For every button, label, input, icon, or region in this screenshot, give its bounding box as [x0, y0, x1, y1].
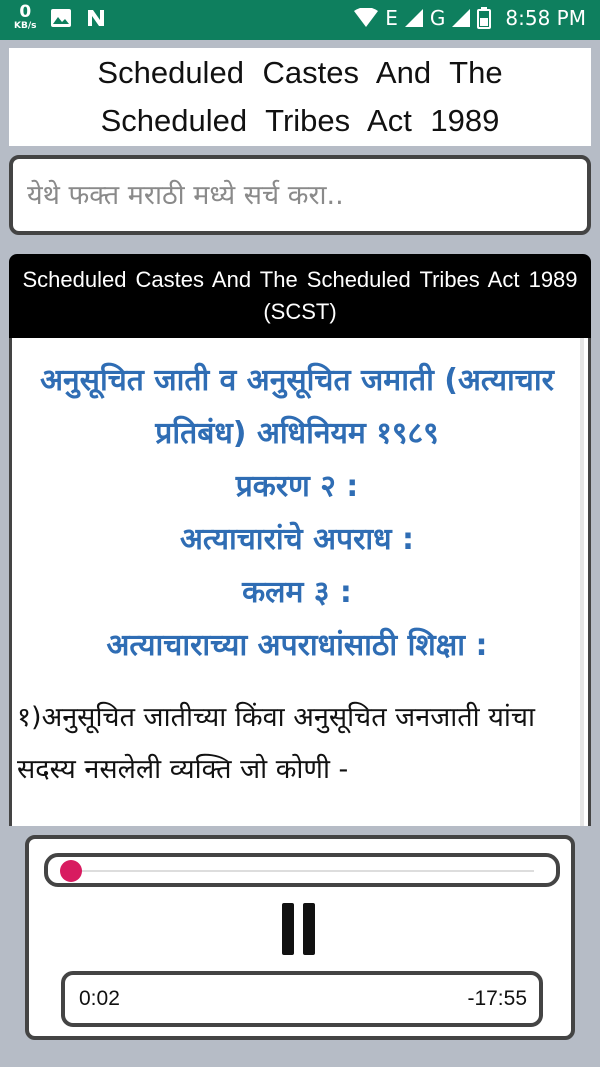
act-title-heading: अनुसूचित जाती व अनुसूचित जमाती (अत्याचार…: [40, 363, 554, 451]
section-heading: कलम ३ :: [242, 575, 352, 610]
time-display: 0:02 -17:55: [61, 971, 543, 1027]
remaining-time: -17:55: [467, 987, 527, 1010]
punishment-heading: अत्याचाराच्या अपराधांसाठी शिक्षा :: [106, 628, 488, 663]
status-bar-left: 0 KB/s: [14, 4, 106, 31]
app-title: Scheduled Castes And The Scheduled Tribe…: [97, 55, 503, 138]
pause-button[interactable]: [282, 903, 322, 955]
network-type-e: E: [385, 6, 398, 30]
status-bar-right: E G 8:58 PM: [353, 6, 586, 30]
status-bar: 0 KB/s E G 8:58 PM: [0, 0, 600, 40]
chapter-heading: प्रकरण २ :: [235, 469, 359, 504]
image-icon: [51, 8, 72, 27]
network-speed-unit: KB/s: [14, 21, 37, 31]
signal-icon: [404, 9, 423, 27]
seek-bar-track: [70, 870, 534, 872]
audio-player: 0:02 -17:55: [25, 835, 575, 1040]
pause-icon-left-bar: [282, 903, 294, 955]
status-time: 8:58 PM: [505, 6, 586, 30]
search-input[interactable]: [13, 159, 587, 231]
search-box[interactable]: [9, 155, 591, 235]
document-header: Scheduled Castes And The Scheduled Tribe…: [9, 254, 591, 338]
document-headings: अनुसूचित जाती व अनुसूचित जमाती (अत्याचार…: [12, 338, 588, 672]
offences-heading: अत्याचारांचे अपराध :: [179, 522, 415, 557]
seek-bar-thumb[interactable]: [59, 860, 82, 882]
battery-icon: [477, 7, 492, 29]
signal-icon-2: [452, 9, 471, 27]
network-speed-value: 0: [19, 2, 32, 22]
document-body[interactable]: अनुसूचित जाती व अनुसूचित जमाती (अत्याचार…: [9, 338, 591, 826]
network-type-g: G: [429, 6, 446, 30]
document-paragraph: १)अनुसूचित जातीच्या किंवा अनुसूचित जनजात…: [17, 702, 535, 785]
document-scrollbar[interactable]: [580, 338, 584, 826]
pause-icon-right-bar: [303, 903, 315, 955]
title-card: Scheduled Castes And The Scheduled Tribe…: [9, 48, 591, 146]
wifi-icon: [354, 8, 379, 27]
n-icon: [88, 9, 105, 26]
seek-bar[interactable]: [44, 853, 560, 887]
elapsed-time: 0:02: [79, 987, 120, 1010]
network-speed: 0 KB/s: [14, 4, 36, 31]
